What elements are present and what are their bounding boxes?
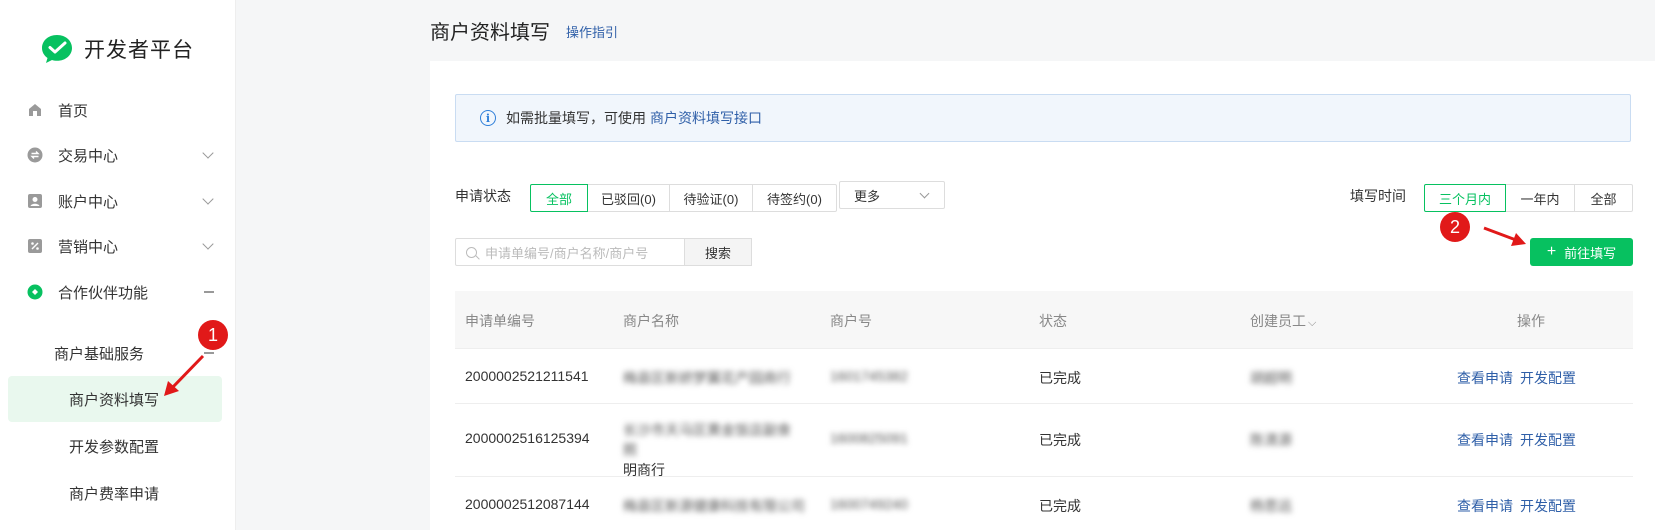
- sidebar-item-label: 开发参数配置: [69, 438, 160, 456]
- notice-text: 如需批量填写，可使用: [506, 110, 646, 126]
- column-header-id: 申请单编号: [465, 313, 535, 329]
- status-more-label: 更多: [854, 188, 881, 204]
- cell-id: 2000002521211541: [465, 368, 589, 384]
- column-header-mchid: 商户号: [830, 313, 872, 329]
- sidebar-item-partner[interactable]: 合作伙伴功能: [26, 272, 222, 312]
- search-placeholder: 申请单编号/商户名称/商户号: [485, 245, 649, 261]
- partner-icon: [26, 283, 44, 301]
- cell-merchant-name: 梅县区新源健康科技有限公司: [623, 498, 805, 514]
- collapse-icon: [204, 352, 214, 354]
- tab-time-all[interactable]: 全部: [1574, 184, 1633, 212]
- home-icon: [26, 101, 44, 119]
- view-application-link[interactable]: 查看申请: [1457, 430, 1513, 450]
- tab-time-3-months[interactable]: 三个月内: [1424, 184, 1506, 212]
- chevron-down-icon: ⌵: [1308, 317, 1317, 329]
- info-notice: i 如需批量填写，可使用 商户资料填写接口: [455, 94, 1631, 142]
- api-doc-link[interactable]: 商户资料填写接口: [650, 108, 762, 128]
- sidebar-item-label: 首页: [58, 102, 89, 120]
- collapse-icon: [204, 291, 214, 293]
- annotation-badge-2: 2: [1440, 212, 1470, 242]
- dev-config-link[interactable]: 开发配置: [1520, 368, 1576, 388]
- chevron-down-icon: [919, 188, 930, 199]
- sidebar-item-label: 商户资料填写: [69, 391, 160, 409]
- cell-mchid: 1600825091: [830, 430, 908, 446]
- chevron-down-icon: [202, 147, 214, 159]
- cell-id: 2000002512087144: [465, 496, 590, 512]
- sidebar-item-trade[interactable]: 交易中心: [26, 135, 222, 175]
- table-row: 2000002516125394 长沙市天马区黄金饭店副食照明商行 160082…: [455, 404, 1633, 480]
- sidebar-item-label: 营销中心: [58, 238, 119, 256]
- time-filter-label: 填写时间: [1350, 188, 1406, 204]
- tab-time-1-year[interactable]: 一年内: [1505, 184, 1575, 212]
- sidebar-group-merchant-basic[interactable]: 商户基础服务: [54, 330, 222, 376]
- sidebar-item-label: 交易中心: [58, 147, 119, 165]
- view-application-link[interactable]: 查看申请: [1457, 368, 1513, 388]
- cell-staff: 胡超明: [1250, 370, 1292, 386]
- status-more-select[interactable]: 更多: [839, 181, 945, 209]
- sidebar-item-label: 账户中心: [58, 193, 119, 211]
- table-header: 申请单编号 商户名称 商户号 状态 创建员工 ⌵ 操作: [455, 291, 1633, 349]
- account-icon: [26, 192, 44, 210]
- chevron-down-icon: [202, 238, 214, 250]
- cell-mchid: 1601745382: [830, 368, 908, 384]
- cell-status: 已完成: [1039, 370, 1081, 386]
- create-button[interactable]: + 前往填写: [1530, 238, 1633, 266]
- page-title: 商户资料填写: [430, 22, 550, 44]
- cell-status: 已完成: [1039, 432, 1081, 448]
- cell-merchant-name-line2: 明商行: [623, 462, 665, 478]
- cell-status: 已完成: [1039, 498, 1081, 514]
- cell-mchid: 1600749240: [830, 496, 908, 512]
- info-icon: i: [480, 110, 496, 126]
- view-application-link[interactable]: 查看申请: [1457, 496, 1513, 516]
- dev-config-link[interactable]: 开发配置: [1520, 430, 1576, 450]
- table-row: 2000002521211541 梅县区新娇梦翼花产园商行 1601745382…: [455, 349, 1633, 404]
- sidebar-item-dev-params[interactable]: 开发参数配置: [69, 423, 159, 469]
- guide-link[interactable]: 操作指引: [566, 22, 618, 41]
- status-filter-label: 申请状态: [455, 188, 511, 204]
- brand-name: 开发者平台: [84, 39, 194, 62]
- search-icon: [466, 246, 477, 258]
- percent-icon: [26, 237, 44, 255]
- brand-logo[interactable]: 开发者平台: [40, 32, 194, 66]
- search-button[interactable]: 搜索: [685, 238, 752, 266]
- sidebar-group-label: 商户基础服务: [54, 345, 145, 363]
- sidebar-item-home[interactable]: 首页: [26, 90, 222, 130]
- sidebar-item-marketing[interactable]: 营销中心: [26, 226, 222, 266]
- cell-staff: 陈清源: [1250, 432, 1292, 448]
- cell-staff: 杨思远: [1250, 498, 1292, 514]
- create-button-label: 前往填写: [1564, 245, 1617, 261]
- column-header-status: 状态: [1039, 313, 1067, 329]
- cell-merchant-name: 长沙市天马区黄金饭店副食照明商行: [623, 420, 803, 480]
- wechat-pay-logo-icon: [42, 35, 72, 63]
- tab-status-to-verify[interactable]: 待验证(0): [669, 184, 753, 212]
- sidebar-item-merchant-info[interactable]: 商户资料填写: [8, 376, 222, 422]
- column-header-actions: 操作: [1517, 313, 1545, 329]
- chevron-down-icon: [202, 193, 214, 205]
- column-header-staff[interactable]: 创建员工 ⌵: [1250, 311, 1316, 331]
- cell-merchant-name: 梅县区新娇梦翼花产园商行: [623, 370, 791, 386]
- cell-id: 2000002516125394: [465, 430, 590, 446]
- cell-merchant-name-line1: 长沙市天马区黄金饭店副食照: [623, 422, 791, 458]
- sidebar-item-rate-apply[interactable]: 商户费率申请: [69, 470, 159, 516]
- column-header-staff-label: 创建员工: [1250, 313, 1306, 329]
- exchange-icon: [26, 146, 44, 164]
- annotation-badge-1: 1: [198, 320, 228, 350]
- sidebar-item-account[interactable]: 账户中心: [26, 181, 222, 221]
- dev-config-link[interactable]: 开发配置: [1520, 496, 1576, 516]
- sidebar: 开发者平台 首页 交易中心 账户中心 营销中心 合作伙伴功能 商户基础服务 商户…: [0, 0, 236, 530]
- column-header-name: 商户名称: [623, 313, 679, 329]
- table-row: 2000002512087144 梅县区新源健康科技有限公司 160074924…: [455, 477, 1633, 530]
- search-input[interactable]: 申请单编号/商户名称/商户号: [455, 238, 685, 266]
- tab-status-rejected[interactable]: 已驳回(0): [587, 184, 670, 212]
- plus-icon: +: [1546, 243, 1557, 260]
- tab-status-all[interactable]: 全部: [530, 184, 588, 212]
- tab-status-to-sign[interactable]: 待签约(0): [752, 184, 837, 212]
- sidebar-item-label: 合作伙伴功能: [58, 284, 149, 302]
- sidebar-item-label: 商户费率申请: [69, 485, 160, 503]
